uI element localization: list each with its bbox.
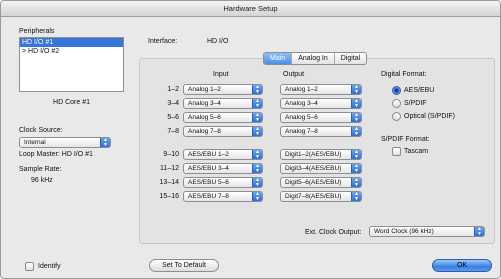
popup-arrows-icon: ▲ ▼ [351, 113, 361, 122]
input-popup-value: AES/EBU 5–6 [188, 179, 229, 186]
ext-clock-output-value: Word Clock (96 kHz) [374, 228, 434, 235]
output-popup[interactable]: Analog 7–8 ▲ ▼ [280, 126, 362, 137]
popup-arrows-icon: ▲ ▼ [252, 99, 262, 108]
spdif-format-label: S/PDIF Format: [381, 136, 430, 143]
peripheral-item-hd-io-2[interactable]: > HD I/O #2 [20, 47, 123, 56]
output-header: Output [283, 71, 305, 78]
tab-analog-in[interactable]: Analog In [292, 53, 335, 64]
peripherals-list: HD I/O #1 > HD I/O #2 [19, 37, 124, 92]
ext-clock-output-popup[interactable]: Word Clock (96 kHz) ▲ ▼ [369, 226, 485, 237]
input-popup-value: Analog 5–6 [188, 114, 221, 121]
identify-label: Identify [38, 263, 61, 270]
input-popup-value: AES/EBU 7–8 [188, 193, 229, 200]
output-popup-value: Analog 7–8 [285, 128, 318, 135]
input-popup[interactable]: AES/EBU 3–4 ▲ ▼ [183, 163, 263, 174]
hardware-setup-window: Hardware Setup Peripherals HD I/O #1 > H… [0, 0, 501, 279]
popup-arrows-icon: ▲ ▼ [351, 178, 361, 187]
set-to-default-button[interactable]: Set To Default [149, 259, 219, 272]
output-popup[interactable]: Digit1–2(AES/EBU) ▲ ▼ [280, 149, 362, 160]
popup-arrows-icon: ▲ ▼ [252, 127, 262, 136]
channel-pair-label: 5–6 [167, 114, 179, 121]
ok-button[interactable]: OK [432, 259, 492, 272]
channel-pair-label: 7–8 [167, 128, 179, 135]
tab-digital[interactable]: Digital [335, 53, 366, 64]
popup-arrows-icon: ▲ ▼ [474, 227, 484, 236]
channel-pair-label: 13–14 [159, 179, 179, 186]
clock-source-label: Clock Source: [19, 127, 63, 134]
popup-arrows-icon: ▲ ▼ [252, 164, 262, 173]
output-popup[interactable]: Digit5–6(AES/EBU) ▲ ▼ [280, 177, 362, 188]
loop-master-label: Loop Master: HD I/O #1 [19, 151, 93, 158]
output-popup-value: Analog 3–4 [285, 100, 318, 107]
peripherals-label: Peripherals [19, 28, 55, 35]
input-popup[interactable]: Analog 7–8 ▲ ▼ [183, 126, 263, 137]
identify-checkbox[interactable] [25, 262, 34, 271]
input-popup[interactable]: Analog 1–2 ▲ ▼ [183, 84, 263, 95]
peripheral-item-hd-io-1[interactable]: HD I/O #1 [20, 38, 123, 47]
output-popup-value: Analog 5–6 [285, 114, 318, 121]
popup-arrows-icon: ▲ ▼ [252, 192, 262, 201]
device-name: HD Core #1 [53, 99, 90, 106]
output-popup[interactable]: Digit7–8(AES/EBU) ▲ ▼ [280, 191, 362, 202]
popup-arrows-icon: ▲ ▼ [252, 150, 262, 159]
channel-pair-label: 3–4 [167, 100, 179, 107]
output-popup[interactable]: Analog 5–6 ▲ ▼ [280, 112, 362, 123]
clock-source-value: Internal [24, 139, 46, 146]
input-popup[interactable]: AES/EBU 5–6 ▲ ▼ [183, 177, 263, 188]
input-popup[interactable]: Analog 5–6 ▲ ▼ [183, 112, 263, 123]
channel-pair-label: 11–12 [160, 165, 179, 172]
sample-rate-value: 96 kHz [31, 177, 53, 184]
popup-arrows-icon: ▲ ▼ [351, 85, 361, 94]
output-popup-value: Digit7–8(AES/EBU) [285, 193, 342, 200]
radio-aes-ebu-label: AES/EBU [404, 87, 435, 94]
radio-optical-spdif[interactable] [392, 112, 401, 121]
popup-arrows-icon: ▲ ▼ [351, 127, 361, 136]
popup-arrows-icon: ▲ ▼ [100, 138, 110, 147]
input-popup-value: AES/EBU 1–2 [188, 151, 229, 158]
channel-pair-label: 15–16 [159, 193, 179, 200]
output-popup-value: Digit5–6(AES/EBU) [285, 179, 342, 186]
input-header: Input [213, 71, 229, 78]
popup-arrows-icon: ▲ ▼ [252, 85, 262, 94]
settings-tabs: Main Analog In Digital [263, 52, 368, 65]
radio-spdif[interactable] [392, 99, 401, 108]
popup-arrows-icon: ▲ ▼ [351, 150, 361, 159]
popup-arrows-icon: ▲ ▼ [351, 164, 361, 173]
output-popup[interactable]: Analog 3–4 ▲ ▼ [280, 98, 362, 109]
input-popup[interactable]: Analog 3–4 ▲ ▼ [183, 98, 263, 109]
output-popup[interactable]: Digit3–4(AES/EBU) ▲ ▼ [280, 163, 362, 174]
digital-format-label: Digital Format: [381, 71, 427, 78]
radio-aes-ebu[interactable] [392, 86, 401, 95]
radio-spdif-label: S/PDIF [404, 100, 427, 107]
input-popup-value: Analog 1–2 [188, 86, 221, 93]
ext-clock-output-label: Ext. Clock Output: [305, 229, 362, 236]
input-popup[interactable]: AES/EBU 7–8 ▲ ▼ [183, 191, 263, 202]
sample-rate-label: Sample Rate: [19, 166, 62, 173]
output-popup-value: Digit3–4(AES/EBU) [285, 165, 342, 172]
interface-value: HD I/O [207, 38, 229, 45]
popup-arrows-icon: ▲ ▼ [252, 113, 262, 122]
popup-arrows-icon: ▲ ▼ [351, 99, 361, 108]
popup-arrows-icon: ▲ ▼ [351, 192, 361, 201]
channel-pair-label: 1–2 [167, 86, 179, 93]
channel-pair-label: 9–10 [163, 151, 179, 158]
tab-main[interactable]: Main [264, 53, 293, 64]
input-popup-value: Analog 3–4 [188, 100, 221, 107]
clock-source-popup[interactable]: Internal ▲ ▼ [19, 137, 111, 148]
interface-label: Interface: [148, 38, 178, 45]
output-popup-value: Analog 1–2 [285, 86, 318, 93]
radio-optical-spdif-label: Optical (S/PDIF) [404, 113, 455, 120]
window-title: Hardware Setup [1, 1, 500, 17]
output-popup-value: Digit1–2(AES/EBU) [285, 151, 342, 158]
popup-arrows-icon: ▲ ▼ [252, 178, 262, 187]
tascam-label: Tascam [404, 148, 429, 155]
input-popup-value: AES/EBU 3–4 [188, 165, 229, 172]
input-popup-value: Analog 7–8 [188, 128, 221, 135]
tascam-checkbox[interactable] [392, 147, 401, 156]
input-popup[interactable]: AES/EBU 1–2 ▲ ▼ [183, 149, 263, 160]
output-popup[interactable]: Analog 1–2 ▲ ▼ [280, 84, 362, 95]
